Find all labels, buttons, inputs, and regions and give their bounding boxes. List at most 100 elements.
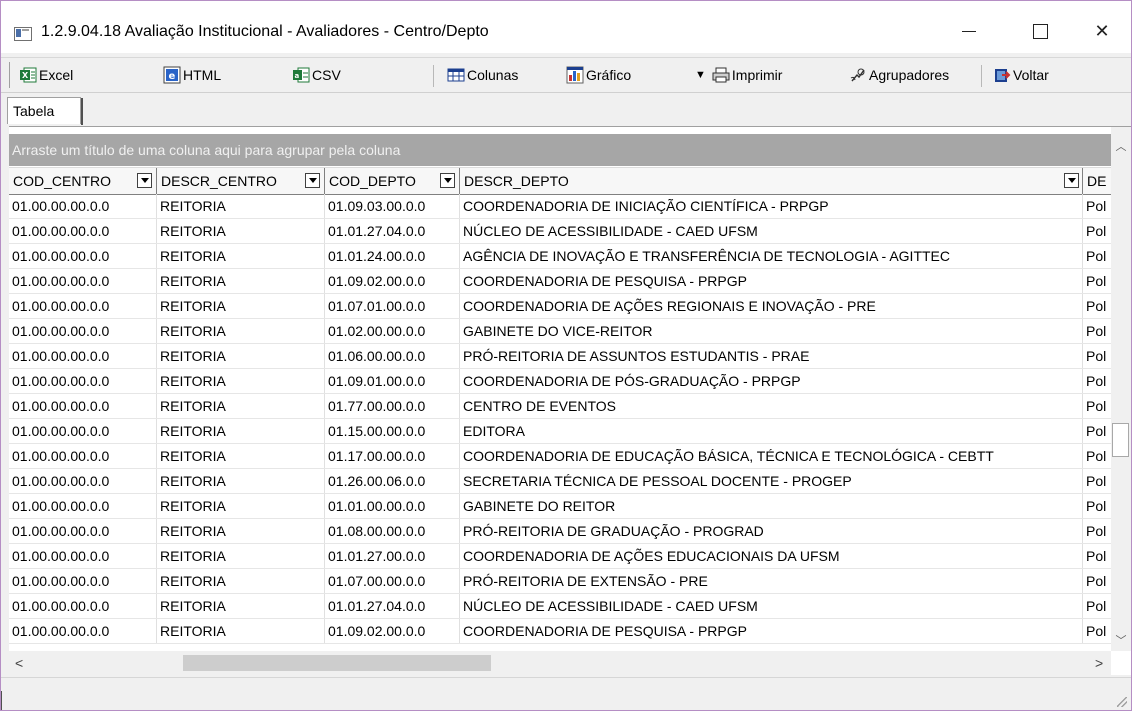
column-header-descr-centro[interactable]: DESCR_CENTRO [157,168,325,194]
cell-cod-centro[interactable]: 01.00.00.00.0.0 [9,419,157,443]
cell-descr-depto[interactable]: COORDENADORIA DE PESQUISA - PRPGP [460,619,1083,643]
cell-de[interactable]: Pol [1083,269,1113,293]
cell-cod-centro[interactable]: 01.00.00.00.0.0 [9,619,157,643]
table-row[interactable]: 01.00.00.00.0.0 REITORIA 01.09.01.00.0.0 CO… [9,369,1111,394]
cell-cod-depto[interactable]: 01.26.00.06.0.0 [325,469,460,493]
cell-cod-depto[interactable]: 01.01.00.00.0.0 [325,494,460,518]
cell-de[interactable]: Pol [1083,594,1113,618]
cell-cod-depto[interactable]: 01.77.00.00.0.0 [325,394,460,418]
cell-descr-centro[interactable]: REITORIA [157,544,325,568]
cell-de[interactable]: Pol [1083,369,1113,393]
cell-cod-depto[interactable]: 01.15.00.00.0.0 [325,419,460,443]
cell-cod-depto[interactable]: 01.01.27.04.0.0 [325,594,460,618]
cell-descr-depto[interactable]: COORDENADORIA DE INICIAÇÃO CIENTÍFICA - … [460,194,1083,218]
table-row[interactable]: 01.00.00.00.0.0 REITORIA 01.02.00.00.0.0 GA… [9,319,1111,344]
close-button[interactable]: ✕ [1079,11,1125,51]
title-bar[interactable]: 1.2.9.04.18 Avaliação Institucional - Av… [1,1,1131,53]
cell-de[interactable]: Pol [1083,519,1113,543]
column-header-de[interactable]: DE [1083,168,1113,194]
column-header-cod-depto[interactable]: COD_DEPTO [325,168,460,194]
cell-descr-centro[interactable]: REITORIA [157,369,325,393]
cell-descr-centro[interactable]: REITORIA [157,219,325,243]
column-header-cod-centro[interactable]: COD_CENTRO [9,168,157,194]
table-row[interactable]: 01.00.00.00.0.0 REITORIA 01.09.02.00.0.0 CO… [9,269,1111,294]
cell-cod-depto[interactable]: 01.06.00.00.0.0 [325,344,460,368]
cell-de[interactable]: Pol [1083,294,1113,318]
cell-cod-centro[interactable]: 01.00.00.00.0.0 [9,369,157,393]
filter-dropdown-icon[interactable] [305,173,320,188]
print-button[interactable]: ▼ Imprimir [695,63,782,87]
cell-cod-depto[interactable]: 01.08.00.00.0.0 [325,519,460,543]
cell-descr-centro[interactable]: REITORIA [157,594,325,618]
cell-descr-centro[interactable]: REITORIA [157,419,325,443]
resize-grip-icon[interactable] [1117,697,1127,707]
cell-descr-centro[interactable]: REITORIA [157,319,325,343]
cell-cod-depto[interactable]: 01.09.02.00.0.0 [325,269,460,293]
cell-de[interactable]: Pol [1083,469,1113,493]
filter-dropdown-icon[interactable] [137,173,152,188]
table-row[interactable]: 01.00.00.00.0.0 REITORIA 01.09.03.00.0.0 CO… [9,194,1111,219]
filter-dropdown-icon[interactable] [1064,173,1079,188]
cell-cod-depto[interactable]: 01.09.03.00.0.0 [325,194,460,218]
cell-descr-centro[interactable]: REITORIA [157,469,325,493]
cell-descr-centro[interactable]: REITORIA [157,444,325,468]
cell-cod-centro[interactable]: 01.00.00.00.0.0 [9,269,157,293]
cell-de[interactable]: Pol [1083,244,1113,268]
cell-descr-depto[interactable]: COORDENADORIA DE PÓS-GRADUAÇÃO - PRPGP [460,369,1083,393]
tab-tabela[interactable]: Tabela [7,97,83,125]
cell-de[interactable]: Pol [1083,419,1113,443]
minimize-button[interactable] [946,11,992,51]
cell-descr-depto[interactable]: SECRETARIA TÉCNICA DE PESSOAL DOCENTE - … [460,469,1083,493]
cell-descr-depto[interactable]: GABINETE DO VICE-REITOR [460,319,1083,343]
table-row[interactable]: 01.00.00.00.0.0 REITORIA 01.01.00.00.0.0 GA… [9,494,1111,519]
column-header-descr-depto[interactable]: DESCR_DEPTO [460,168,1083,194]
cell-descr-depto[interactable]: NÚCLEO DE ACESSIBILIDADE - CAED UFSM [460,219,1083,243]
cell-cod-centro[interactable]: 01.00.00.00.0.0 [9,219,157,243]
table-row[interactable]: 01.00.00.00.0.0 REITORIA 01.07.00.00.0.0 PR… [9,569,1111,594]
export-excel-button[interactable]: X Excel [19,63,73,87]
chart-button[interactable]: Gráfico [566,63,631,87]
filter-dropdown-icon[interactable] [440,173,455,188]
cell-cod-centro[interactable]: 01.00.00.00.0.0 [9,544,157,568]
cell-cod-centro[interactable]: 01.00.00.00.0.0 [9,444,157,468]
maximize-button[interactable] [1017,11,1063,51]
cell-descr-depto[interactable]: CENTRO DE EVENTOS [460,394,1083,418]
cell-descr-depto[interactable]: NÚCLEO DE ACESSIBILIDADE - CAED UFSM [460,594,1083,618]
cell-de[interactable]: Pol [1083,544,1113,568]
vertical-scrollbar[interactable]: ︿ ﹀ [1111,127,1131,651]
cell-descr-depto[interactable]: PRÓ-REITORIA DE EXTENSÃO - PRE [460,569,1083,593]
cell-descr-centro[interactable]: REITORIA [157,294,325,318]
back-button[interactable]: Voltar [993,63,1049,87]
vertical-scroll-thumb[interactable] [1112,423,1129,457]
cell-descr-centro[interactable]: REITORIA [157,269,325,293]
cell-descr-depto[interactable]: COORDENADORIA DE AÇÕES EDUCACIONAIS DA U… [460,544,1083,568]
cell-cod-centro[interactable]: 01.00.00.00.0.0 [9,294,157,318]
export-html-button[interactable]: e HTML [163,63,221,87]
cell-de[interactable]: Pol [1083,569,1113,593]
cell-de[interactable]: Pol [1083,219,1113,243]
cell-de[interactable]: Pol [1083,619,1113,643]
groupers-button[interactable]: Agrupadores [849,63,949,87]
scroll-right-icon[interactable]: > [1095,655,1103,671]
table-row[interactable]: 01.00.00.00.0.0 REITORIA 01.07.01.00.0.0 CO… [9,294,1111,319]
cell-de[interactable]: Pol [1083,444,1113,468]
table-row[interactable]: 01.00.00.00.0.0 REITORIA 01.17.00.00.0.0 CO… [9,444,1111,469]
cell-descr-centro[interactable]: REITORIA [157,519,325,543]
scroll-up-icon[interactable]: ︿ [1115,141,1127,153]
horizontal-scroll-thumb[interactable] [183,655,491,671]
scroll-left-icon[interactable]: < [15,655,23,671]
cell-descr-depto[interactable]: PRÓ-REITORIA DE GRADUAÇÃO - PROGRAD [460,519,1083,543]
cell-cod-centro[interactable]: 01.00.00.00.0.0 [9,394,157,418]
cell-cod-centro[interactable]: 01.00.00.00.0.0 [9,319,157,343]
cell-descr-centro[interactable]: REITORIA [157,244,325,268]
cell-de[interactable]: Pol [1083,344,1113,368]
cell-cod-centro[interactable]: 01.00.00.00.0.0 [9,469,157,493]
cell-descr-depto[interactable]: AGÊNCIA DE INOVAÇÃO E TRANSFERÊNCIA DE T… [460,244,1083,268]
cell-descr-depto[interactable]: PRÓ-REITORIA DE ASSUNTOS ESTUDANTIS - PR… [460,344,1083,368]
group-by-panel[interactable]: Arraste um título de uma coluna aqui par… [9,134,1111,166]
cell-de[interactable]: Pol [1083,394,1113,418]
cell-cod-depto[interactable]: 01.07.01.00.0.0 [325,294,460,318]
cell-descr-centro[interactable]: REITORIA [157,194,325,218]
cell-cod-centro[interactable]: 01.00.00.00.0.0 [9,194,157,218]
cell-cod-centro[interactable]: 01.00.00.00.0.0 [9,244,157,268]
